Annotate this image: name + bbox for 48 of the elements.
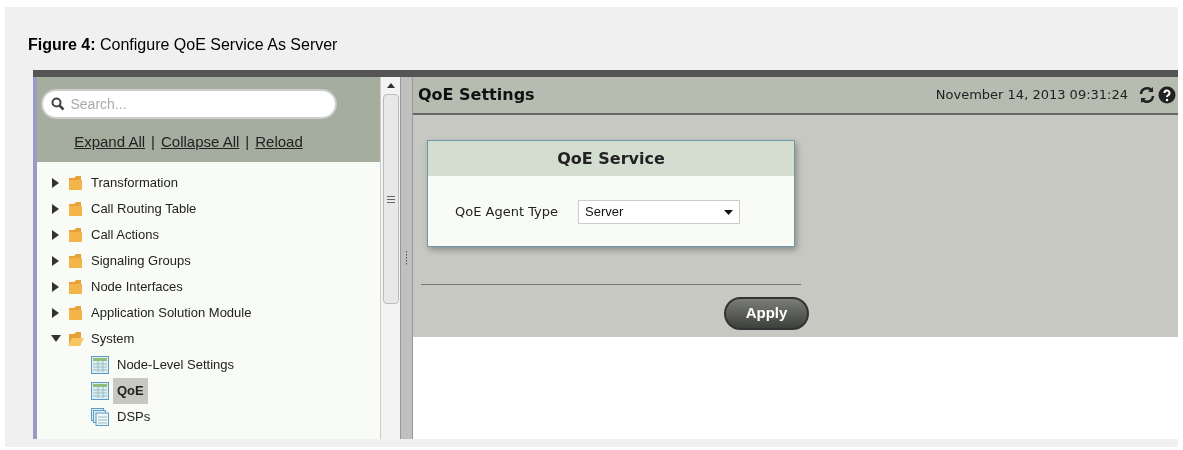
table-icon — [91, 382, 109, 400]
collapsed-triangle-icon[interactable] — [52, 204, 60, 214]
dropdown-caret-icon — [724, 209, 733, 215]
collapsed-triangle-icon[interactable] — [52, 256, 60, 266]
tree-item[interactable]: QoE — [113, 378, 148, 404]
grip-icon[interactable] — [405, 251, 408, 265]
search-field[interactable]: Search... — [40, 89, 337, 119]
folder-icon — [67, 253, 85, 269]
scroll-up-icon[interactable] — [386, 83, 395, 88]
tree-item[interactable]: Call Actions — [91, 225, 159, 245]
page-title: QoE Settings — [418, 84, 536, 106]
tree-link[interactable]: Expand All — [74, 131, 146, 154]
folder-icon — [67, 201, 85, 217]
collapsed-triangle-icon[interactable] — [52, 308, 60, 318]
folder-icon — [67, 175, 85, 191]
collapsed-triangle-icon[interactable] — [52, 178, 60, 188]
help-icon[interactable] — [1158, 86, 1176, 104]
tree-link[interactable]: Collapse All — [160, 131, 240, 154]
field-label: QoE Agent Type — [455, 203, 558, 222]
table-icon — [91, 356, 109, 374]
apply-button[interactable]: Apply — [724, 297, 809, 330]
tree-item[interactable]: Transformation — [91, 173, 178, 193]
date-time: November 14, 2013 09:31:24 — [935, 86, 1128, 105]
tree-item[interactable]: DSPs — [113, 407, 155, 427]
refresh-icon[interactable] — [1138, 86, 1156, 104]
collapsed-triangle-icon[interactable] — [52, 230, 60, 240]
tree-item[interactable]: Node Interfaces — [91, 277, 183, 297]
figure-caption: Figure 4: Configure QoE Service As Server — [28, 36, 338, 53]
tree-item[interactable]: Application Solution Module — [91, 303, 252, 323]
tree-item[interactable]: System — [91, 329, 135, 349]
link-separator: | — [245, 132, 250, 152]
tree-item[interactable]: Node-Level Settings — [113, 355, 239, 375]
tree-item[interactable]: Call Routing Table — [91, 199, 197, 219]
tree-item[interactable]: Signaling Groups — [91, 251, 191, 271]
collapsed-triangle-icon[interactable] — [52, 282, 60, 292]
tree-link[interactable]: Reload — [255, 131, 303, 154]
search-icon — [50, 97, 65, 111]
folder-icon — [67, 227, 85, 243]
stacked-pages-icon — [91, 408, 109, 426]
grip-icon[interactable] — [386, 195, 395, 203]
card-title: QoE Service — [557, 147, 665, 170]
scrollbar[interactable] — [380, 77, 400, 439]
agent-type-dropdown[interactable]: Server — [578, 200, 740, 224]
expanded-triangle-icon[interactable] — [51, 335, 61, 343]
link-separator: | — [151, 132, 155, 152]
folder-icon — [67, 305, 85, 321]
folder-icon — [67, 279, 85, 295]
open-folder-icon — [67, 331, 85, 347]
